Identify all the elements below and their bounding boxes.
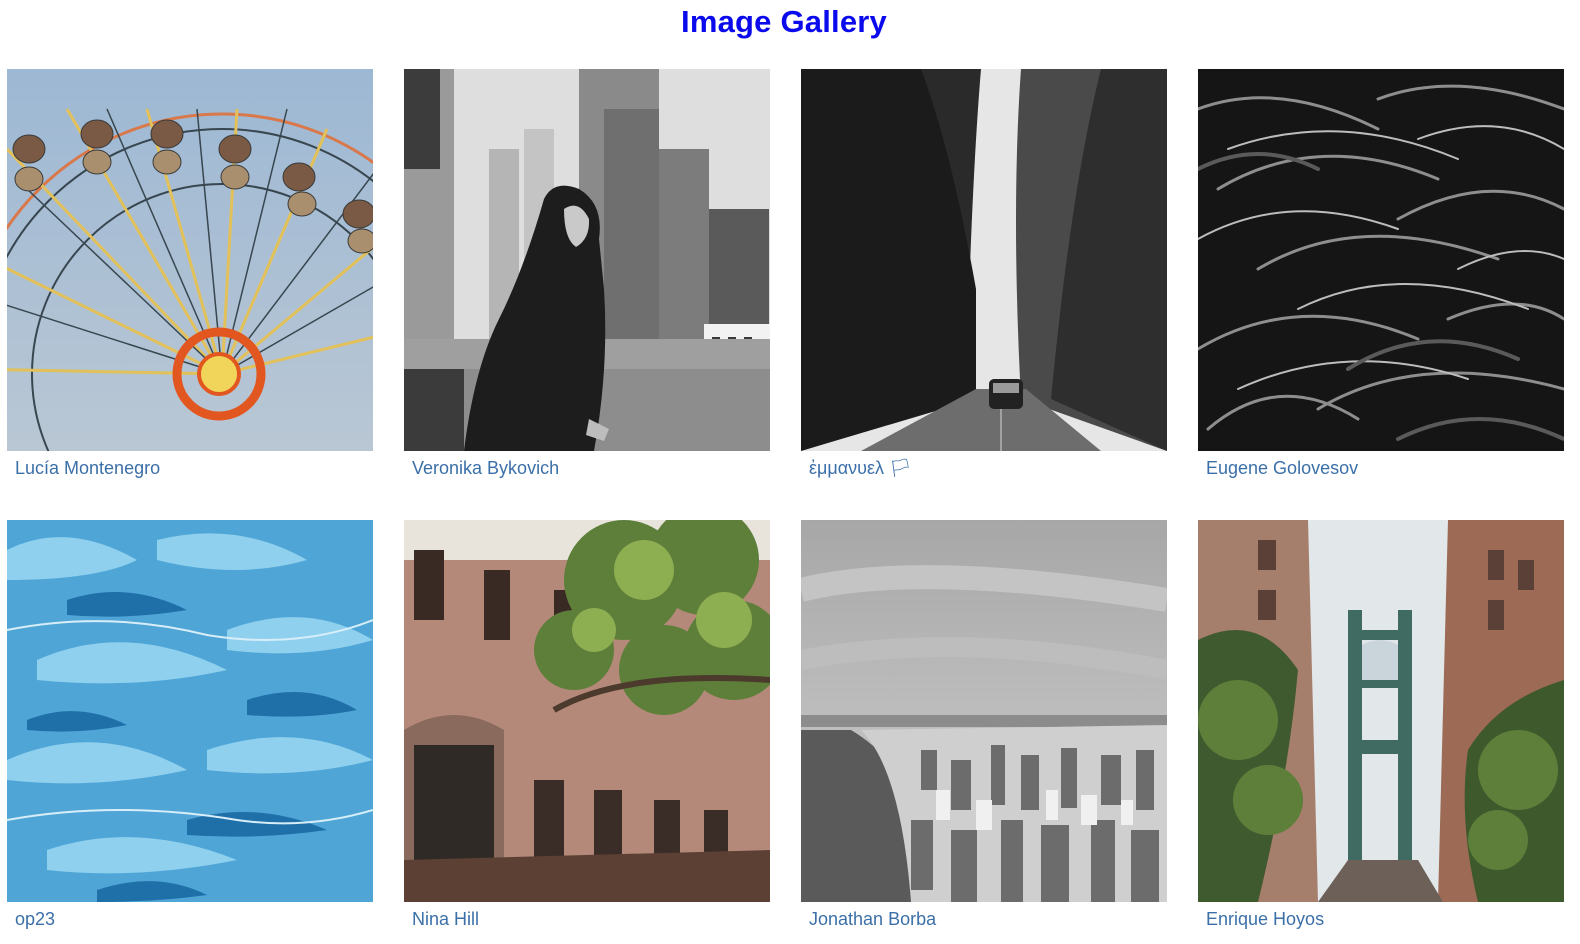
photo-author-link[interactable]: Veronika Bykovich — [412, 458, 559, 479]
bridge-street-photo[interactable] — [1198, 520, 1564, 902]
blue-texture-photo[interactable] — [7, 520, 373, 902]
photo-author-link[interactable]: Lucía Montenegro — [15, 458, 160, 479]
grass-photo[interactable] — [1198, 69, 1564, 451]
brownstone-photo[interactable] — [404, 520, 770, 902]
foggy-road-photo[interactable] — [801, 69, 1167, 451]
city-woman-photo[interactable] — [404, 69, 770, 451]
photo-author-link[interactable]: Enrique Hoyos — [1206, 909, 1324, 930]
ferris-wheel-photo[interactable] — [7, 69, 373, 451]
photo-author-link[interactable]: Nina Hill — [412, 909, 479, 930]
photo-author-link[interactable]: ἐμμανυελ 🏳 — [809, 458, 912, 479]
photo-author-link[interactable]: op23 — [15, 909, 55, 930]
photo-author-link[interactable]: Jonathan Borba — [809, 909, 936, 930]
photo-author-link[interactable]: Eugene Golovesov — [1206, 458, 1358, 479]
page-title: Image Gallery — [681, 4, 887, 39]
aerial-city-photo[interactable] — [801, 520, 1167, 902]
